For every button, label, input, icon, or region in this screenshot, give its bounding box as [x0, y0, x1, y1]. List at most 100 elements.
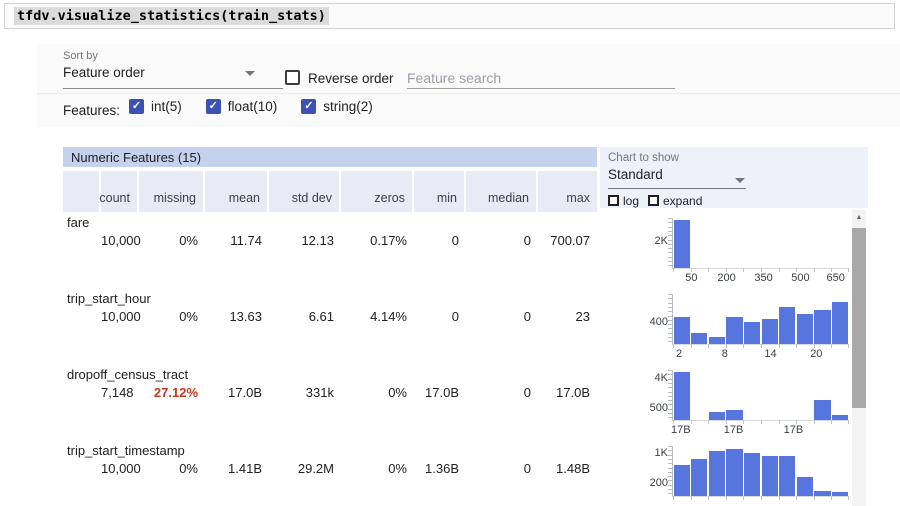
- y-axis-tick: [668, 341, 672, 342]
- expand-checkbox[interactable]: [648, 195, 659, 206]
- x-axis-tick: [691, 344, 692, 348]
- x-axis-tick: [796, 496, 797, 500]
- table-row-dropoff_census_tract: dropoff_census_tract7,14827.12%17.0B331k…: [63, 364, 597, 440]
- x-axis-tick: [708, 420, 709, 424]
- y-axis-tick: [668, 218, 672, 219]
- x-axis-tick: [779, 420, 780, 424]
- feature-search-input[interactable]: Feature search: [407, 70, 501, 86]
- feature-type-filter-int5[interactable]: ✓ int(5): [129, 99, 182, 114]
- column-header-mean: mean: [205, 171, 269, 212]
- y-axis-tick: [668, 320, 672, 321]
- histogram-trip_start_hour: 400281420: [640, 288, 850, 364]
- features-label: Features:: [63, 103, 120, 118]
- x-axis-tick: [708, 344, 709, 348]
- x-axis-tick: [761, 344, 762, 348]
- stat-median: 0: [466, 385, 538, 400]
- column-header-zeros: zeros: [341, 171, 414, 212]
- histogram-bar: [762, 319, 778, 344]
- y-axis-tick: [668, 298, 672, 299]
- y-axis-tick: [668, 240, 672, 241]
- y-axis-tick: [668, 409, 672, 410]
- histogram-bar: [744, 322, 760, 345]
- x-axis-tick: [779, 344, 780, 348]
- histogram-plot: [672, 446, 849, 497]
- y-axis-tick: [668, 265, 672, 266]
- histogram-bar: [674, 372, 690, 421]
- histogram-bar: [832, 415, 848, 420]
- stat-std dev: 331k: [269, 385, 341, 400]
- sort-by-dropdown[interactable]: Feature order: [63, 65, 283, 80]
- vertical-scrollbar[interactable]: ▲: [852, 210, 866, 506]
- x-axis-tick: [848, 496, 849, 500]
- x-axis-tick: [814, 496, 815, 500]
- x-axis-tick: [848, 268, 849, 272]
- stat-max: 1.48B: [538, 461, 597, 476]
- histogram-bar: [726, 317, 742, 344]
- feature-type-filter-string2[interactable]: ✓string(2): [301, 99, 373, 114]
- y-axis-tick: [668, 480, 672, 481]
- y-axis-tick: [668, 468, 672, 469]
- checked-checkbox-icon: ✓: [129, 99, 144, 114]
- stat-missing: 27.12%: [139, 385, 205, 400]
- notebook-code-cell[interactable]: tfdv.visualize_statistics(train_stats): [4, 3, 895, 29]
- feature-type-label: int(5): [151, 99, 182, 114]
- stat-min: 0: [414, 309, 466, 324]
- stat-min: 17.0B: [414, 385, 466, 400]
- x-axis-label: 17B: [724, 424, 744, 436]
- histogram-plot: [672, 294, 849, 345]
- stat-min: 0: [414, 233, 466, 248]
- reverse-order-label: Reverse order: [308, 71, 394, 86]
- histogram-bar: [744, 453, 760, 496]
- x-axis-label: 2: [676, 348, 682, 360]
- x-axis-tick: [691, 420, 692, 424]
- histogram-bar: [797, 314, 813, 344]
- stat-zeros: 0.17%: [341, 233, 414, 248]
- x-axis-label: 650: [826, 272, 844, 284]
- histogram-plot: [672, 370, 849, 421]
- y-axis-tick: [668, 337, 672, 338]
- x-axis-tick: [779, 496, 780, 500]
- sort-by-underline: [63, 88, 283, 89]
- x-axis-tick: [708, 268, 709, 272]
- y-axis-tick: [668, 307, 672, 308]
- tfdv-statistics-widget: tfdv.visualize_statistics(train_stats) S…: [0, 0, 900, 506]
- stat-mean: 11.74: [205, 233, 269, 248]
- scrollbar-up-arrow-icon[interactable]: ▲: [852, 210, 866, 226]
- log-checkbox[interactable]: [608, 195, 619, 206]
- stat-max: 700.07: [538, 233, 597, 248]
- chart-type-dropdown[interactable]: Standard: [608, 167, 663, 182]
- x-axis-tick: [831, 496, 832, 500]
- x-axis-tick: [743, 420, 744, 424]
- x-axis-label: 17B: [671, 424, 691, 436]
- x-axis-tick: [779, 268, 780, 272]
- stat-zeros: 0%: [341, 385, 414, 400]
- y-axis-tick: [668, 235, 672, 236]
- stat-count: 10,000: [101, 309, 139, 324]
- x-axis-tick: [673, 268, 674, 272]
- stat-mean: 13.63: [205, 309, 269, 324]
- y-axis-tick: [668, 333, 672, 334]
- feature-name: trip_start_timestamp: [63, 440, 597, 458]
- stat-max: 23: [538, 309, 597, 324]
- stat-std dev: 29.2M: [269, 461, 341, 476]
- y-axis-tick: [668, 387, 672, 388]
- histogram-bar: [726, 410, 742, 420]
- stat-missing: 0%: [139, 233, 205, 248]
- histogram-bar: [814, 310, 830, 344]
- chart-type-underline: [608, 188, 746, 189]
- feature-type-filter-float10[interactable]: ✓float(10): [206, 99, 278, 114]
- y-axis-tick: [668, 404, 672, 405]
- reverse-order-checkbox[interactable]: [285, 70, 300, 85]
- x-axis-label: 50: [685, 272, 697, 284]
- column-header-max: max: [538, 171, 597, 212]
- y-axis-tick: [668, 396, 672, 397]
- scrollbar-thumb[interactable]: [852, 228, 866, 408]
- y-axis-tick: [668, 485, 672, 486]
- stat-missing: 0%: [139, 461, 205, 476]
- stat-spacer: [63, 233, 101, 248]
- y-axis-tick: [668, 450, 672, 451]
- table-column-headers: countmissingmeanstd devzerosminmedianmax: [63, 171, 597, 212]
- y-axis-tick: [668, 446, 672, 447]
- feature-type-filters: ✓ int(5) ✓float(10) ✓string(2): [129, 99, 397, 114]
- x-axis-label: 14: [764, 348, 776, 360]
